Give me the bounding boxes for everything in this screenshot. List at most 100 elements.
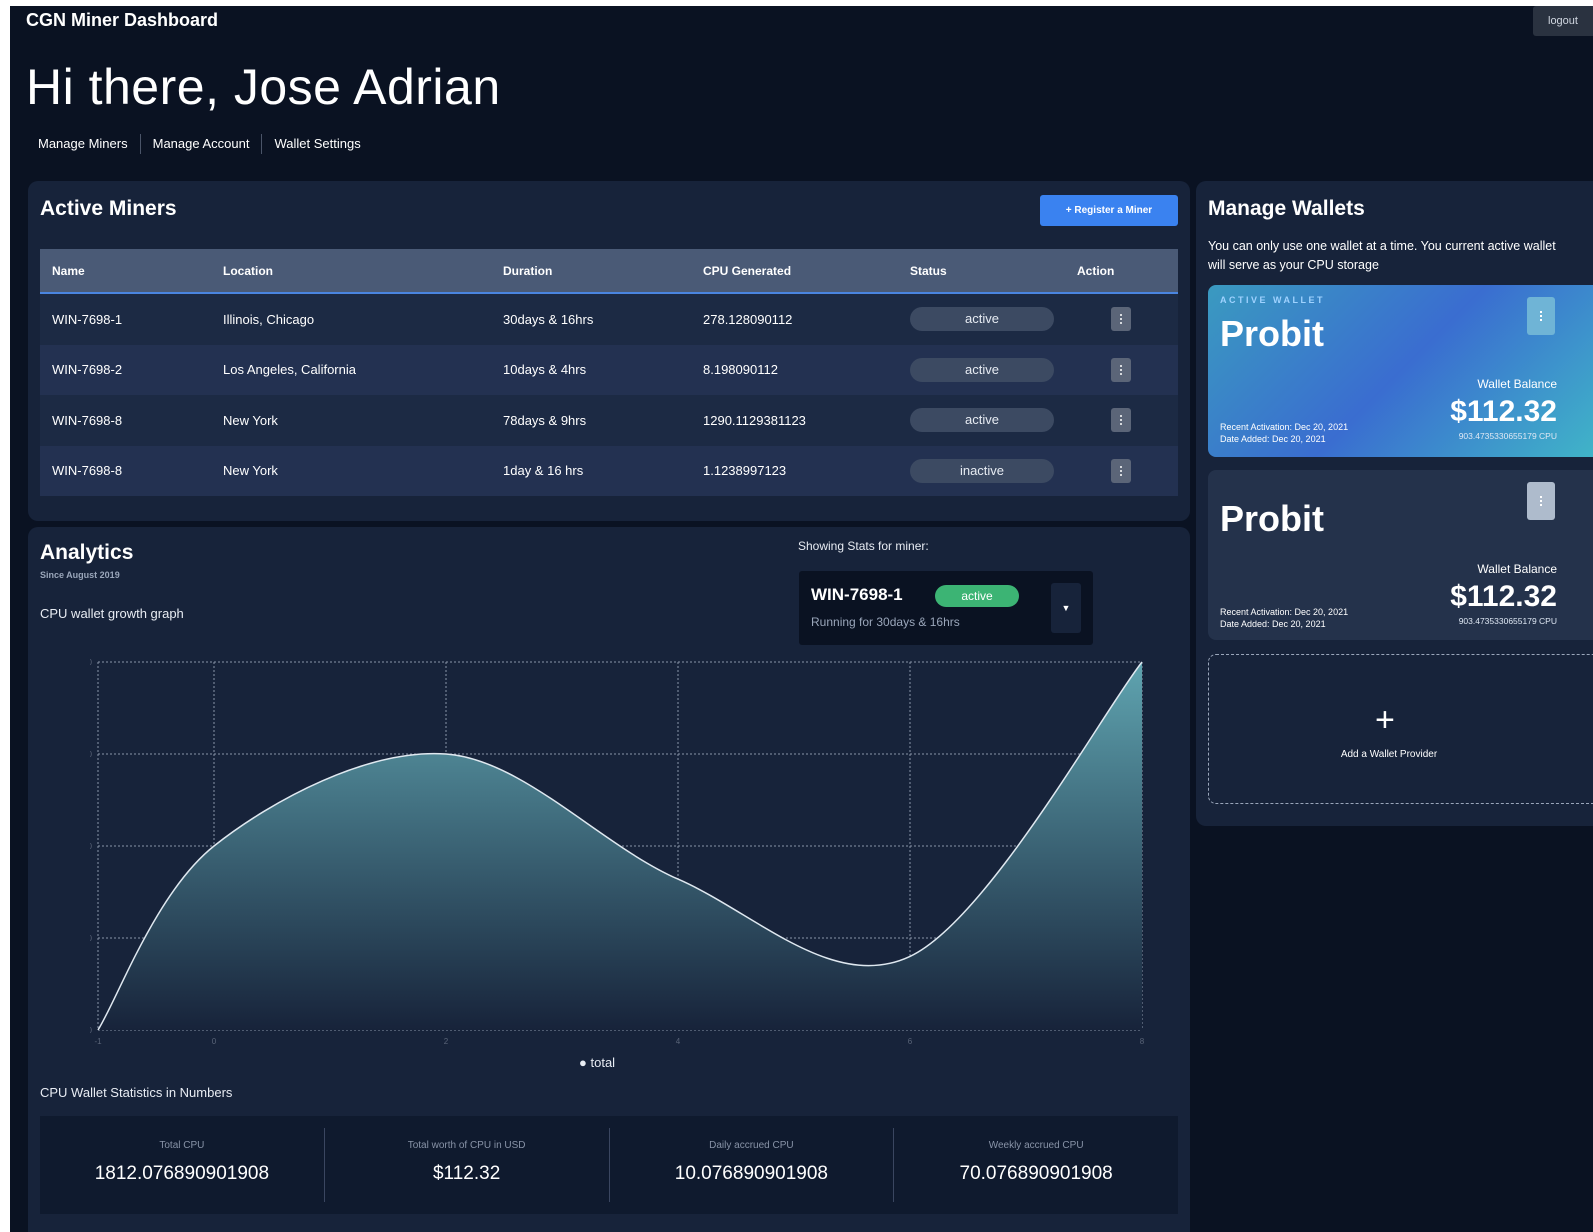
nav-manage-miners[interactable]: Manage Miners — [38, 134, 140, 154]
wallet-date-added: Date Added: Dec 20, 2021 — [1220, 434, 1326, 444]
miner-location: New York — [223, 463, 278, 479]
column-header-duration: Duration — [503, 263, 553, 278]
stat-label: Total worth of CPU in USD — [407, 1140, 526, 1151]
miner-cpu: 1290.1129381123 — [703, 412, 806, 428]
active-wallet-tag: ACTIVE WALLET — [1220, 295, 1325, 305]
register-miner-button[interactable]: + Register a Miner — [1040, 195, 1178, 226]
caret-down-icon: ▼ — [1061, 603, 1071, 613]
miner-name: WIN-7698-8 — [52, 463, 123, 479]
dashboard-app: CGN Miner Dashboard logout Hi there, Jos… — [10, 6, 1593, 1232]
status-badge: active — [910, 357, 1054, 382]
miner-location: Los Angeles, California — [223, 362, 356, 378]
wallet-date-added: Date Added: Dec 20, 2021 — [1220, 619, 1326, 629]
selected-miner-name: WIN-7698-1 — [811, 585, 903, 604]
manage-wallets-title: Manage Wallets — [1208, 197, 1365, 220]
analytics-panel: Analytics Since August 2019 CPU wallet g… — [28, 527, 1190, 1232]
row-actions-menu-icon[interactable] — [1111, 357, 1131, 382]
x-tick-label: 2 — [444, 1037, 449, 1046]
column-header-cpu-generated: CPU Generated — [703, 263, 792, 278]
miner-cpu: 278.128090112 — [703, 311, 793, 327]
cpu-stats: Total CPU 1812.076890901908 Total worth … — [40, 1116, 1178, 1214]
stats-heading: CPU Wallet Statistics in Numbers — [40, 1085, 233, 1100]
miner-duration: 78days & 9hrs — [503, 412, 587, 428]
add-wallet-provider-button[interactable]: + Add a Wallet Provider — [1208, 654, 1593, 804]
wallet-cpu: 903.4735330655179 CPU — [1458, 431, 1557, 441]
x-tick-label: 4 — [676, 1037, 681, 1046]
wallet-name: Probit — [1220, 313, 1324, 354]
stat-value: $112.32 — [432, 1163, 501, 1184]
showing-stats-label: Showing Stats for miner: — [798, 539, 929, 553]
miner-cpu: 8.198090112 — [703, 362, 778, 378]
table-row: WIN-7698-8 New York 1day & 16 hrs 1.1238… — [40, 445, 1178, 496]
wallet-cpu: 903.4735330655179 CPU — [1458, 616, 1557, 626]
miners-table: Name Location Duration CPU Generated Sta… — [40, 249, 1178, 496]
miner-select-dropdown[interactable]: ▼ — [1051, 583, 1081, 633]
stat-weekly-cpu: Weekly accrued CPU 70.076890901908 — [893, 1128, 1178, 1202]
add-wallet-label: Add a Wallet Provider — [1340, 749, 1438, 760]
stat-label: Total CPU — [159, 1140, 205, 1151]
wallet-balance: $112.32 — [1450, 395, 1557, 428]
y-tick-label: 150 — [90, 750, 93, 759]
y-tick-label: 200 — [90, 658, 93, 667]
app-title: CGN Miner Dashboard — [26, 10, 219, 30]
x-tick-label: 8 — [1140, 1037, 1145, 1046]
stat-label: Weekly accrued CPU — [988, 1140, 1084, 1151]
stat-label: Daily accrued CPU — [709, 1140, 794, 1151]
status-badge: active — [910, 307, 1054, 332]
logout-button[interactable]: logout — [1533, 6, 1593, 36]
selected-miner-status-badge: active — [935, 585, 1019, 607]
table-row: WIN-7698-2 Los Angeles, California 10day… — [40, 344, 1178, 395]
wallet-name: Probit — [1220, 498, 1324, 539]
x-tick-label: -1 — [94, 1037, 102, 1046]
y-tick-label: 100 — [90, 842, 93, 851]
wallet-balance: $112.32 — [1450, 580, 1557, 613]
column-header-location: Location — [223, 263, 273, 278]
analytics-title: Analytics — [40, 541, 134, 564]
stat-value: 10.076890901908 — [674, 1163, 828, 1184]
miner-duration: 30days & 16hrs — [503, 311, 594, 327]
nav-wallet-settings[interactable]: Wallet Settings — [261, 134, 372, 154]
y-tick-label: 0 — [90, 1026, 93, 1035]
row-actions-menu-icon[interactable] — [1111, 408, 1131, 433]
wallet-dates: Recent Activation: Dec 20, 2021 Date Add… — [1220, 421, 1348, 445]
wallet-menu-icon[interactable] — [1527, 482, 1555, 520]
stat-value: 70.076890901908 — [959, 1163, 1113, 1184]
stat-total-cpu: Total CPU 1812.076890901908 — [40, 1116, 324, 1214]
wallet-recent-activation: Recent Activation: Dec 20, 2021 — [1220, 422, 1349, 432]
table-row: WIN-7698-8 New York 78days & 9hrs 1290.1… — [40, 395, 1178, 446]
miner-location: New York — [223, 412, 278, 428]
greeting-heading: Hi there, Jose Adrian — [26, 59, 501, 115]
active-miners-panel: Active Miners + Register a Miner Name Lo… — [28, 181, 1190, 521]
plus-icon: + — [1375, 701, 1395, 739]
stat-daily-cpu: Daily accrued CPU 10.076890901908 — [608, 1128, 894, 1202]
wallet-menu-icon[interactable] — [1527, 297, 1555, 335]
miner-duration: 1day & 16 hrs — [503, 463, 584, 479]
legend-marker-icon: ● — [579, 1055, 587, 1070]
nav-manage-account[interactable]: Manage Account — [139, 134, 262, 154]
legend-total: total — [590, 1055, 616, 1070]
miner-cpu: 1.1238997123 — [703, 463, 787, 479]
table-row: WIN-7698-1 Illinois, Chicago 30days & 16… — [40, 294, 1178, 345]
wallet-card[interactable]: Probit Wallet Balance $112.32 903.473533… — [1208, 470, 1593, 640]
y-tick-label: 50 — [90, 934, 93, 943]
wallet-balance-label: Wallet Balance — [1477, 562, 1557, 576]
graph-label: CPU wallet growth graph — [40, 606, 184, 621]
active-miners-title: Active Miners — [40, 197, 177, 220]
active-wallet-card[interactable]: ACTIVE WALLET Probit Wallet Balance $112… — [1208, 285, 1593, 457]
miner-duration: 10days & 4hrs — [503, 362, 587, 378]
miner-name: WIN-7698-8 — [52, 412, 123, 428]
status-badge: inactive — [910, 458, 1054, 483]
wallet-dates: Recent Activation: Dec 20, 2021 Date Add… — [1220, 606, 1348, 630]
row-actions-menu-icon[interactable] — [1111, 307, 1131, 332]
row-actions-menu-icon[interactable] — [1111, 458, 1131, 483]
stat-value: 1812.076890901908 — [94, 1163, 270, 1184]
miner-name: WIN-7698-1 — [52, 311, 123, 327]
selected-miner-running: Running for 30days & 16hrs — [811, 615, 960, 629]
wallets-description: You can only use one wallet at a time. Y… — [1208, 239, 1556, 272]
cpu-growth-chart: 050100150200-102468 — [90, 658, 1145, 1046]
x-tick-label: 0 — [212, 1037, 217, 1046]
miner-location: Illinois, Chicago — [223, 311, 315, 327]
manage-wallets-panel: Manage Wallets You can only use one wall… — [1196, 181, 1593, 826]
x-tick-label: 6 — [908, 1037, 913, 1046]
chart-legend: ● total — [579, 1055, 615, 1070]
